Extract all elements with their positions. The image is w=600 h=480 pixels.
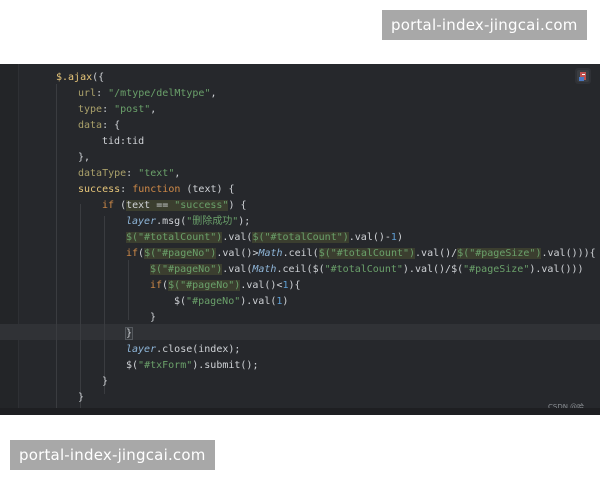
code-string: "删除成功" (186, 216, 239, 227)
code-line: } (78, 392, 85, 403)
code-highlight: text == (126, 200, 175, 211)
matched-brace: } (124, 327, 134, 340)
code-keyword: if (102, 200, 115, 211)
code-string: "/mtype/delMtype" (108, 88, 211, 99)
code-keyword: if (126, 248, 139, 259)
editor-gutter (0, 64, 19, 415)
code-selector: $("#pageNo") (168, 280, 241, 291)
code-line: if($("#pageNo").val()>Math.ceil($("#tota… (126, 248, 596, 259)
indent-guide (56, 84, 57, 414)
code-string: "text" (138, 168, 175, 179)
code-line: tid:tid (102, 136, 145, 147)
code-key: url (78, 88, 97, 99)
code-line: if($("#pageNo").val()<1){ (150, 280, 301, 291)
code-line: layer.close(index); (126, 344, 241, 355)
code-object: layer (126, 216, 157, 227)
code-key: type (78, 104, 103, 115)
code-selector: $("#totalCount") (126, 232, 223, 243)
code-keyword: if (150, 280, 163, 291)
ajax-call: $.ajax (56, 72, 93, 83)
code-line: url: "/mtype/delMtype", (78, 88, 217, 99)
code-line: }, (78, 152, 91, 163)
code-editor[interactable]: $.ajax({ url: "/mtype/delMtype", type: "… (0, 64, 600, 415)
code-key: dataType (78, 168, 127, 179)
code-line: $.ajax({ (56, 72, 105, 83)
code-selector: $("#pageNo") (150, 264, 223, 275)
code-string: "success" (174, 200, 229, 211)
code-string: "#txForm" (138, 360, 193, 371)
code-line: dataType: "text", (78, 168, 181, 179)
code-object: Math (252, 264, 277, 275)
code-key: success (78, 184, 121, 195)
code-object: layer (126, 344, 157, 355)
code-line: success: function (text) { (78, 184, 235, 195)
code-line: if (text == "success") { (102, 200, 247, 211)
plugin-icon[interactable] (575, 68, 591, 84)
code-line: $("#txForm").submit(); (126, 360, 259, 371)
editor-bottom-bar (0, 408, 600, 415)
code-line: data: { (78, 120, 121, 131)
code-selector: $("#pageNo") (144, 248, 217, 259)
code-object: Math (258, 248, 283, 259)
indent-guide (80, 204, 81, 410)
watermark-bottom: portal-index-jingcai.com (10, 440, 215, 470)
code-line: layer.msg("删除成功"); (126, 216, 251, 227)
plugin-icon-glyph (577, 70, 589, 82)
code-line: } (150, 312, 157, 323)
code-key: data (78, 120, 103, 131)
code-line: $("#pageNo").val(1) (174, 296, 289, 307)
watermark-top: portal-index-jingcai.com (382, 10, 587, 40)
code-selector: $("#pageSize") (457, 248, 542, 259)
indent-guide (104, 216, 105, 394)
code-line: type: "post", (78, 104, 157, 115)
current-line-highlight (0, 324, 600, 340)
code-string: "#pageNo" (186, 296, 241, 307)
code-line: $("#totalCount").val($("#totalCount").va… (126, 232, 403, 243)
code-string: "#pageSize" (463, 264, 530, 275)
code-keyword: function (132, 184, 181, 195)
code-string: "post" (114, 104, 151, 115)
code-line: } (124, 326, 134, 342)
code-selector: $("#totalCount") (252, 232, 349, 243)
indent-guide (128, 260, 129, 320)
code-string: "#totalCount" (324, 264, 403, 275)
code-selector: $("#totalCount") (318, 248, 416, 259)
code-line: $("#pageNo").val(Math.ceil($("#totalCoun… (150, 264, 584, 275)
code-line: } (102, 376, 109, 387)
